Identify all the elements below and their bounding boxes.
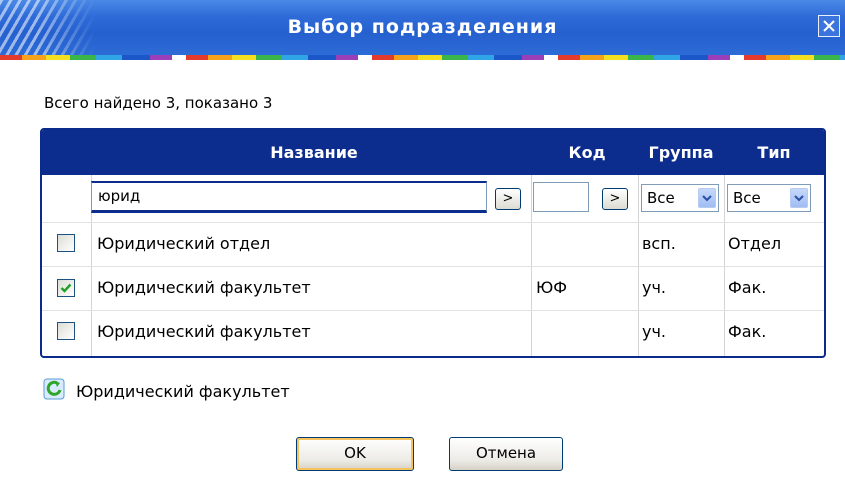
name-filter-input[interactable]: юрид	[91, 181, 487, 213]
row-code: ЮФ	[536, 278, 568, 297]
refresh-icon	[43, 378, 65, 400]
row-checkbox-checked[interactable]	[57, 279, 75, 297]
title-color-strip	[0, 55, 845, 60]
ok-button[interactable]: OK	[296, 437, 414, 471]
column-header-code[interactable]: Код	[536, 130, 638, 175]
row-checkbox[interactable]	[57, 322, 75, 340]
row-type: Фак.	[728, 322, 767, 341]
row-group: уч.	[642, 322, 667, 341]
row-name: Юридический факультет	[97, 322, 311, 341]
row-type: Фак.	[728, 278, 767, 297]
row-type: Отдел	[728, 234, 782, 253]
row-name: Юридический факультет	[97, 278, 311, 297]
type-filter-select[interactable]: Все	[727, 184, 811, 212]
column-header-type[interactable]: Тип	[724, 130, 824, 175]
row-checkbox[interactable]	[57, 234, 75, 252]
selected-department-label: Юридический факультет	[76, 382, 290, 401]
title-bar: Выбор подразделения	[0, 0, 845, 60]
checkmark-icon	[60, 283, 72, 293]
close-button[interactable]	[818, 15, 840, 37]
type-filter-value: Все	[733, 189, 761, 207]
chevron-down-icon[interactable]	[698, 188, 716, 208]
column-header-name[interactable]: Название	[92, 130, 536, 175]
row-group: всп.	[642, 234, 676, 253]
row-group: уч.	[642, 278, 667, 297]
row-name: Юридический отдел	[97, 234, 271, 253]
chevron-down-icon[interactable]	[790, 188, 808, 208]
results-summary: Всего найдено 3, показано 3	[44, 94, 273, 112]
dialog-window: Выбор подразделения Всего найдено 3, пок…	[0, 0, 845, 484]
cancel-button[interactable]: Отмена	[449, 437, 563, 471]
close-icon	[823, 20, 835, 32]
group-filter-select[interactable]: Все	[641, 184, 719, 212]
window-title: Выбор подразделения	[287, 16, 558, 38]
group-filter-value: Все	[647, 189, 675, 207]
code-filter-input[interactable]	[533, 182, 589, 212]
department-table: Название Код Группа Тип юрид > > Все Все	[40, 128, 826, 358]
name-filter-apply-button[interactable]: >	[495, 188, 521, 210]
column-header-group[interactable]: Группа	[638, 130, 724, 175]
code-filter-apply-button[interactable]: >	[602, 188, 628, 210]
table-header: Название Код Группа Тип	[42, 130, 824, 175]
